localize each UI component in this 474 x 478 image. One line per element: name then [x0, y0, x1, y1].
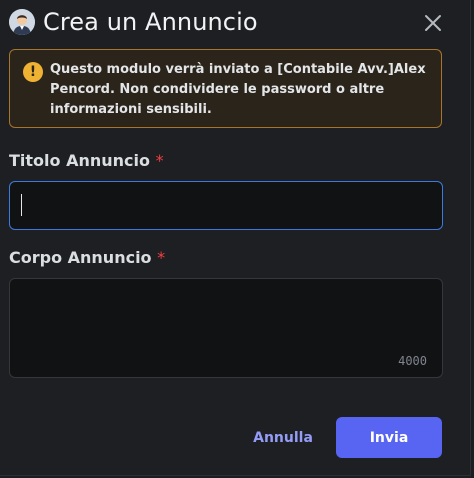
cancel-button[interactable]: Annulla [249, 417, 317, 458]
user-avatar-icon [9, 9, 35, 35]
announcement-title-input[interactable] [9, 181, 443, 230]
required-asterisk: * [155, 151, 164, 170]
announcement-modal: Crea un Annuncio ! Questo modulo verrà i… [0, 0, 471, 476]
warning-banner: ! Questo modulo verrà inviato a [Contabi… [9, 49, 442, 128]
close-icon[interactable] [422, 12, 444, 34]
modal-title: Crea un Annuncio [43, 8, 258, 36]
title-label-text: Titolo Annuncio [9, 151, 150, 170]
character-counter: 4000 [398, 354, 427, 368]
body-label: Corpo Annuncio * [9, 248, 165, 267]
modal-header: Crea un Annuncio [9, 8, 258, 36]
title-label: Titolo Annuncio * [9, 151, 164, 170]
required-asterisk: * [157, 248, 166, 267]
warning-text: Questo modulo verrà inviato a [Contabile… [50, 62, 426, 117]
submit-button[interactable]: Invia [336, 417, 442, 458]
body-label-text: Corpo Annuncio [9, 248, 152, 267]
exclamation-icon: ! [23, 62, 43, 82]
announcement-body-textarea[interactable]: 4000 [9, 278, 443, 378]
text-caret [21, 194, 22, 216]
